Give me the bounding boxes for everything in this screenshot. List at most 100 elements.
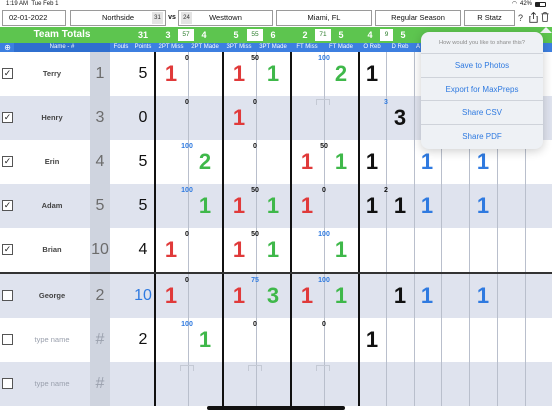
two-pt-made[interactable]: 1 — [192, 194, 218, 218]
three-pt-made[interactable]: 1 — [260, 62, 286, 86]
share-popover-title: How would you like to share this? — [421, 32, 543, 54]
ft-made[interactable]: 1 — [328, 284, 354, 308]
three-pt-miss[interactable]: 1 — [226, 284, 252, 308]
player-name[interactable]: Erin — [14, 140, 90, 184]
status-date: Tue Feb 1 — [31, 1, 59, 7]
location-field[interactable]: Miami, FL — [276, 10, 372, 26]
player-active-checkbox[interactable]: ✓ — [2, 68, 13, 79]
player-name[interactable]: George — [14, 274, 90, 318]
steal-stat[interactable]: 1 — [470, 194, 496, 218]
player-name[interactable]: Brian — [14, 228, 90, 272]
o-reb[interactable]: 1 — [360, 194, 384, 218]
player-active-checkbox[interactable]: ✓ — [2, 200, 13, 211]
player-name[interactable]: Henry — [14, 96, 90, 140]
season-selector[interactable]: Regular Season — [375, 10, 461, 26]
two-pt-miss[interactable]: 1 — [158, 284, 184, 308]
export-maxpreps-button[interactable]: Export for MaxPreps — [421, 78, 543, 101]
player-active-checkbox[interactable]: ✓ — [2, 112, 13, 123]
steal-stat[interactable]: 1 — [470, 150, 496, 174]
help-icon[interactable]: ? — [518, 12, 523, 24]
player-number[interactable]: 4 — [90, 140, 110, 184]
three-pt-miss[interactable]: 1 — [226, 238, 252, 262]
column-divider — [441, 228, 442, 272]
fouls-cell[interactable] — [110, 362, 132, 406]
player-number[interactable]: 5 — [90, 184, 110, 228]
ft-made[interactable]: 2 — [328, 62, 354, 86]
add-player-icon[interactable]: ⊕ — [2, 43, 13, 52]
fouls-cell[interactable] — [110, 52, 132, 96]
two-pt-made[interactable]: 1 — [192, 328, 218, 352]
assist-stat[interactable]: 1 — [415, 284, 439, 308]
two-pt-miss[interactable]: 1 — [158, 62, 184, 86]
column-divider — [525, 362, 526, 406]
team-2pt-miss: 3 — [165, 30, 171, 40]
player-active-checkbox[interactable]: ✓ — [2, 156, 13, 167]
o-reb[interactable]: 1 — [360, 328, 384, 352]
player-number[interactable]: 3 — [90, 96, 110, 140]
player-name[interactable]: type name — [14, 362, 90, 406]
column-divider — [222, 96, 224, 140]
fouls-cell[interactable] — [110, 318, 132, 362]
two-pt-made[interactable]: 2 — [192, 150, 218, 174]
player-number[interactable]: 1 — [90, 52, 110, 96]
away-team-field[interactable]: 24 Westtown — [178, 10, 273, 26]
three-pt-made[interactable]: 3 — [260, 284, 286, 308]
column-d-reb: D Reb — [391, 44, 409, 50]
column-divider — [497, 318, 498, 362]
fouls-cell[interactable] — [110, 228, 132, 272]
column-divider — [469, 228, 470, 272]
share-csv-button[interactable]: Share CSV — [421, 101, 543, 125]
steal-stat[interactable]: 1 — [470, 284, 496, 308]
three-pt-miss[interactable]: 1 — [226, 194, 252, 218]
player-number[interactable]: 10 — [90, 228, 110, 272]
two-pt-miss[interactable]: 1 — [158, 238, 184, 262]
player-name[interactable]: Adam — [14, 184, 90, 228]
player-number[interactable]: # — [90, 318, 110, 362]
ft-made[interactable]: 1 — [328, 238, 354, 262]
column-divider — [222, 318, 224, 362]
fouls-cell[interactable] — [110, 184, 132, 228]
d-reb[interactable]: 1 — [388, 194, 412, 218]
ft-miss[interactable]: 1 — [294, 150, 320, 174]
column-3pt-miss: 3PT Miss — [226, 44, 252, 50]
stats-button[interactable]: R Statz — [464, 10, 515, 26]
ft-made[interactable]: 1 — [328, 150, 354, 174]
player-active-checkbox[interactable]: ✓ — [2, 244, 13, 255]
home-team-field[interactable]: Northside 31 — [70, 10, 166, 26]
three-pt-miss[interactable]: 1 — [226, 62, 252, 86]
player-number[interactable]: 2 — [90, 274, 110, 318]
o-reb[interactable]: 1 — [360, 150, 384, 174]
fouls-cell[interactable] — [110, 274, 132, 318]
fouls-cell[interactable] — [110, 96, 132, 140]
ft-miss[interactable]: 1 — [294, 194, 320, 218]
ft-miss[interactable]: 1 — [294, 284, 320, 308]
d-reb[interactable]: 3 — [388, 106, 412, 130]
assist-stat[interactable]: 1 — [415, 150, 439, 174]
home-indicator — [207, 406, 345, 410]
column-divider — [358, 362, 360, 406]
three-pt-made[interactable]: 1 — [260, 238, 286, 262]
three-pt-made[interactable]: 1 — [260, 194, 286, 218]
three-pt-miss[interactable]: 1 — [226, 106, 252, 130]
trash-icon[interactable] — [541, 12, 549, 25]
team-points: 31 — [137, 30, 148, 40]
player-name[interactable]: type name — [14, 318, 90, 362]
d-reb[interactable]: 1 — [388, 284, 412, 308]
fouls-cell[interactable] — [110, 140, 132, 184]
column-o-reb: O Reb — [363, 44, 381, 50]
column-divider — [154, 274, 156, 318]
game-date-field[interactable]: 02-01-2022 — [2, 10, 66, 26]
o-reb[interactable]: 1 — [360, 62, 384, 86]
battery-icon — [535, 2, 546, 7]
player-number[interactable]: # — [90, 362, 110, 406]
player-name[interactable]: Terry — [14, 52, 90, 96]
share-pdf-button[interactable]: Share PDF — [421, 125, 543, 149]
points-cell: 0 — [138, 109, 148, 126]
player-active-checkbox[interactable] — [2, 334, 13, 345]
assist-stat[interactable]: 1 — [415, 194, 439, 218]
player-active-checkbox[interactable] — [2, 378, 13, 389]
player-active-checkbox[interactable] — [2, 290, 13, 301]
share-icon[interactable] — [529, 11, 538, 26]
save-to-photos-button[interactable]: Save to Photos — [421, 54, 543, 78]
column-divider — [386, 228, 387, 272]
